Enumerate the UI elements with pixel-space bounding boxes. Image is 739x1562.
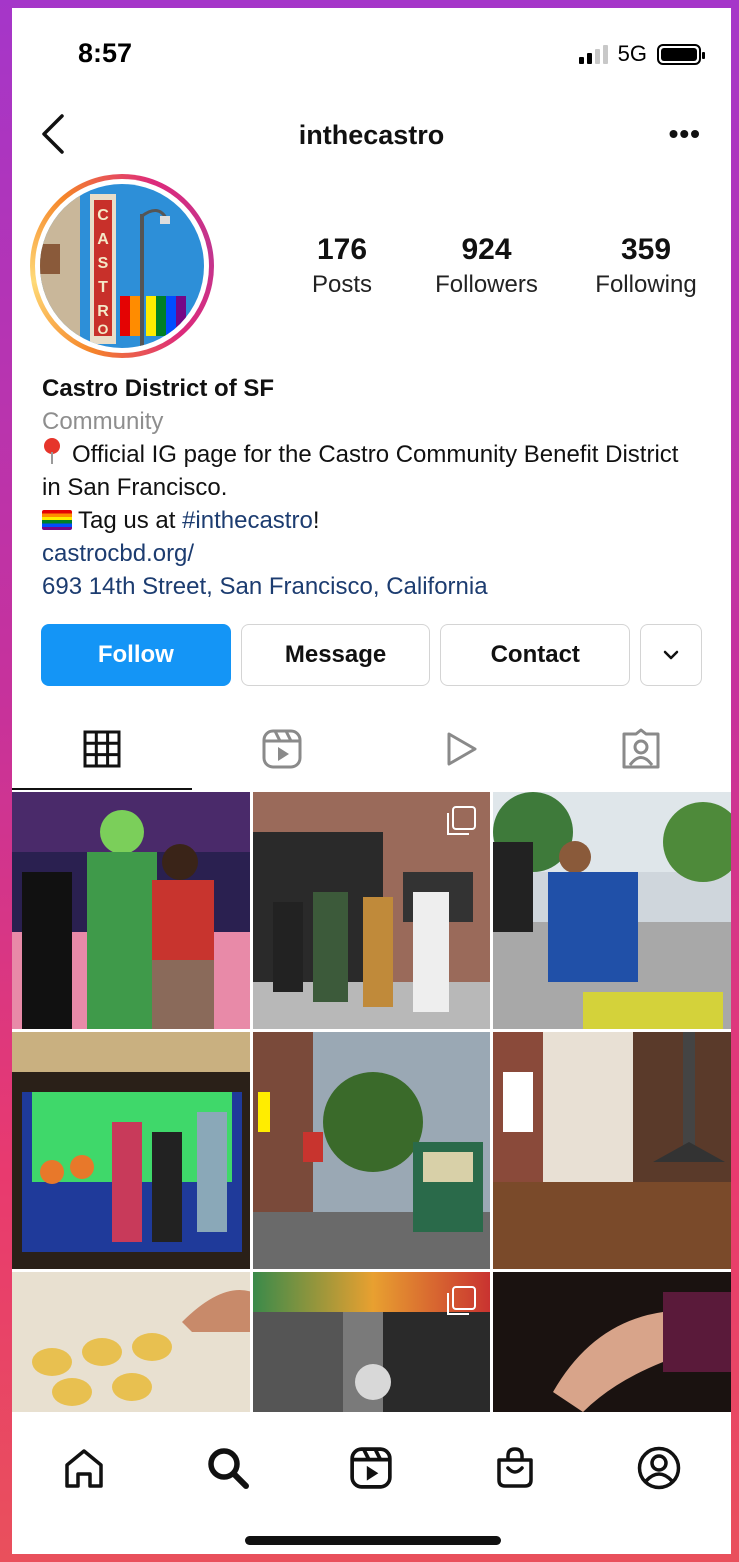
status-time: 8:57 bbox=[78, 38, 133, 68]
bio-tag-suffix: ! bbox=[312, 507, 320, 534]
reels-icon bbox=[350, 1447, 393, 1489]
posts-label: Posts bbox=[311, 271, 373, 298]
profile-bio: Castro District of SF Community Official… bbox=[42, 372, 701, 603]
message-button[interactable]: Message bbox=[240, 624, 431, 686]
posts-count: 176 bbox=[316, 233, 368, 266]
grid-post[interactable] bbox=[493, 1032, 731, 1269]
address-link[interactable]: 693 14th Street, San Francisco, Californ… bbox=[42, 570, 701, 603]
more-options-icon[interactable]: ••• bbox=[669, 118, 701, 150]
profile-username: inthecastro bbox=[298, 120, 445, 150]
nav-search[interactable] bbox=[198, 1438, 258, 1498]
svg-text:R: R bbox=[97, 303, 109, 320]
bio-description: Official IG page for the Castro Communit… bbox=[42, 438, 701, 504]
follow-button[interactable]: Follow bbox=[41, 624, 231, 686]
following-stat[interactable]: 359 Following bbox=[581, 233, 711, 299]
rainbow-flag-icon bbox=[42, 510, 72, 530]
svg-text:T: T bbox=[98, 279, 108, 296]
svg-text:O: O bbox=[98, 321, 109, 337]
nav-shop[interactable] bbox=[485, 1438, 545, 1498]
shop-icon bbox=[497, 1447, 534, 1488]
chevron-down-icon bbox=[663, 650, 679, 660]
grid-icon bbox=[83, 730, 121, 768]
profile-actions: Follow Message Contact bbox=[41, 624, 703, 686]
bio-tag-line: Tag us at #inthecastro! bbox=[42, 504, 701, 537]
battery-icon bbox=[657, 43, 705, 65]
svg-text:S: S bbox=[98, 255, 109, 272]
posts-stat[interactable]: 176 Posts bbox=[292, 233, 392, 299]
avatar: C A S T R O bbox=[40, 184, 204, 348]
tab-tagged[interactable] bbox=[551, 708, 731, 790]
grid-post[interactable] bbox=[12, 792, 250, 1029]
following-label: Following bbox=[595, 271, 697, 298]
profile-stats: 176 Posts 924 Followers 359 Following bbox=[292, 233, 711, 299]
multiple-photos-icon bbox=[447, 806, 477, 835]
tab-reels[interactable] bbox=[192, 708, 372, 790]
followers-label: Followers bbox=[435, 271, 538, 298]
suggested-accounts-button[interactable] bbox=[640, 624, 703, 686]
followers-count: 924 bbox=[461, 233, 512, 266]
bottom-navigation bbox=[12, 1412, 731, 1554]
video-icon bbox=[447, 732, 477, 766]
reels-icon bbox=[262, 729, 302, 769]
search-icon bbox=[207, 1448, 249, 1489]
bio-line-1: Official IG page for the Castro Communit… bbox=[42, 441, 679, 501]
status-bar: 8:57 5G bbox=[12, 8, 731, 98]
nav-reels[interactable] bbox=[341, 1438, 401, 1498]
grid-post[interactable] bbox=[493, 792, 731, 1029]
profile-category: Community bbox=[42, 408, 164, 435]
website-link[interactable]: castrocbd.org/ bbox=[42, 537, 701, 570]
status-indicators: 5G bbox=[578, 41, 705, 67]
following-count: 359 bbox=[620, 233, 672, 266]
multiple-photos-icon bbox=[447, 1286, 477, 1315]
grid-post[interactable] bbox=[12, 1032, 250, 1269]
nav-profile[interactable] bbox=[629, 1438, 689, 1498]
grid-post[interactable] bbox=[252, 792, 491, 1029]
tab-videos[interactable] bbox=[372, 708, 552, 790]
posts-grid bbox=[12, 792, 731, 1509]
profile-header: inthecastro ••• bbox=[12, 106, 731, 166]
grid-post[interactable] bbox=[252, 1032, 491, 1269]
svg-text:A: A bbox=[97, 231, 109, 248]
contact-button[interactable]: Contact bbox=[440, 624, 631, 686]
profile-display-name: Castro District of SF bbox=[42, 375, 275, 402]
profile-icon bbox=[637, 1446, 681, 1490]
signal-icon bbox=[578, 44, 608, 64]
nav-home[interactable] bbox=[54, 1438, 114, 1498]
phone-screen: 8:57 5G inthecastro ••• C A S T R O 176 … bbox=[12, 8, 731, 1554]
hashtag-link[interactable]: #inthecastro bbox=[182, 507, 313, 534]
bio-tag-prefix: Tag us at bbox=[78, 507, 183, 534]
svg-text:C: C bbox=[97, 207, 109, 224]
home-icon bbox=[65, 1449, 103, 1488]
followers-stat[interactable]: 924 Followers bbox=[422, 233, 552, 299]
pin-icon bbox=[42, 438, 62, 466]
tagged-icon bbox=[622, 728, 660, 769]
avatar-story-ring[interactable]: C A S T R O bbox=[30, 174, 214, 358]
tab-posts-grid[interactable] bbox=[12, 708, 192, 790]
network-label: 5G bbox=[617, 41, 647, 66]
home-indicator[interactable] bbox=[245, 1536, 501, 1545]
profile-tabs bbox=[12, 708, 731, 790]
